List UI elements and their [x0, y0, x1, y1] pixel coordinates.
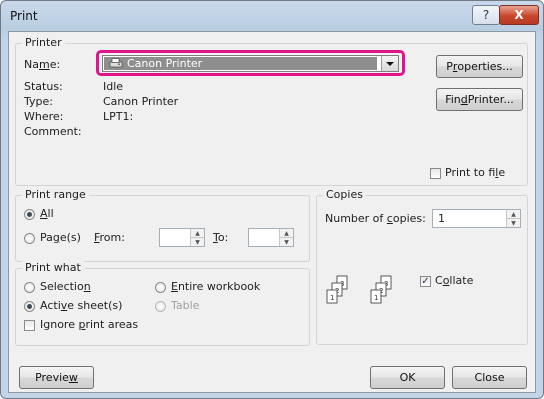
type-value: Canon Printer [103, 95, 179, 108]
printer-icon [109, 58, 123, 68]
print-what-legend: Print what [22, 261, 84, 274]
to-input[interactable]: ▲ ▼ [248, 228, 294, 247]
number-of-copies-label: Number of copies: [325, 212, 426, 225]
print-dialog: Print ? X Printer Name: Canon Printer St… [0, 0, 544, 399]
help-button[interactable]: ? [472, 5, 500, 25]
spin-down-icon: ▼ [511, 219, 516, 227]
entire-workbook-radio[interactable] [155, 282, 166, 293]
to-label: To: [213, 231, 229, 244]
collate-label: Collate [435, 274, 474, 287]
svg-text:1: 1 [374, 294, 378, 302]
spin-down-icon: ▼ [284, 238, 289, 246]
print-range-group: Print range All Page(s) From: ▲ ▼ To: ▲ ▼ [15, 188, 310, 262]
copies-group: Copies Number of copies: 1 ▲▼ 3 2 1 3 2 … [316, 188, 528, 345]
close-icon: X [514, 8, 524, 22]
from-input[interactable]: ▲ ▼ [159, 228, 205, 247]
help-icon: ? [482, 8, 490, 22]
spin-up-icon: ▲ [280, 229, 293, 238]
type-label: Type: [24, 95, 53, 108]
collate-checkbox[interactable]: ✓ [420, 276, 431, 287]
collate-pages-icon: 3 2 1 [369, 275, 393, 305]
from-label: From: [94, 231, 125, 244]
comment-label: Comment: [24, 125, 82, 138]
entire-workbook-label: Entire workbook [171, 280, 261, 293]
active-sheets-label: Active sheet(s) [40, 299, 123, 312]
pages-radio[interactable] [24, 233, 35, 244]
status-label: Status: [24, 80, 63, 93]
spin-up-icon: ▲ [191, 229, 204, 238]
to-spinner[interactable]: ▲ ▼ [279, 229, 293, 246]
table-radio[interactable] [155, 301, 166, 312]
chevron-down-icon [386, 61, 394, 66]
dialog-body: Printer Name: Canon Printer Status: Idle… [8, 31, 536, 393]
printer-select[interactable]: Canon Printer [102, 55, 399, 72]
copies-spinner[interactable]: ▲ ▼ [506, 210, 520, 227]
pages-label: Page(s) [40, 231, 81, 244]
collate-pages-icon: 3 2 1 [325, 275, 349, 305]
close-button[interactable]: Close [452, 366, 527, 389]
print-to-file-checkbox[interactable] [430, 168, 441, 179]
print-what-group: Print what Selection Entire workbook Act… [15, 261, 310, 346]
print-range-legend: Print range [22, 188, 89, 201]
printer-group: Printer Name: Canon Printer Status: Idle… [15, 36, 528, 186]
name-label: Name: [24, 58, 61, 71]
spin-down-icon: ▼ [195, 238, 200, 246]
copies-legend: Copies [323, 188, 366, 201]
find-printer-button[interactable]: Fin d Printer... [436, 88, 523, 111]
print-to-file-label: Print to file [445, 166, 506, 179]
properties-button[interactable]: Pr operties... [436, 55, 523, 78]
ok-button[interactable]: OK [370, 366, 445, 389]
preview-button[interactable]: Previe w [19, 366, 94, 389]
table-label: Table [171, 299, 200, 312]
copies-input[interactable]: 1 ▲ ▼ [432, 209, 521, 228]
all-radio[interactable] [24, 209, 35, 220]
printer-select-dropdown-button[interactable] [381, 56, 398, 71]
spin-up-icon: ▲ [507, 210, 520, 219]
title-bar: Print ? X [1, 1, 543, 33]
svg-text:1: 1 [330, 294, 334, 302]
where-value: LPT1: [103, 110, 134, 123]
printer-legend: Printer [22, 36, 65, 49]
from-spinner[interactable]: ▲ ▼ [190, 229, 204, 246]
ignore-print-areas-checkbox[interactable] [24, 320, 35, 331]
all-label: All [40, 207, 54, 220]
ignore-print-areas-label: Ignore print areas [40, 318, 139, 331]
window-close-button[interactable]: X [499, 5, 539, 25]
selection-label: Selection [40, 280, 91, 293]
active-sheets-radio[interactable] [24, 301, 35, 312]
selection-radio[interactable] [24, 282, 35, 293]
window-title: Print [10, 9, 38, 23]
copies-value: 1 [438, 212, 445, 225]
status-value: Idle [103, 80, 124, 93]
printer-select-value: Canon Printer [127, 57, 203, 70]
where-label: Where: [24, 110, 64, 123]
